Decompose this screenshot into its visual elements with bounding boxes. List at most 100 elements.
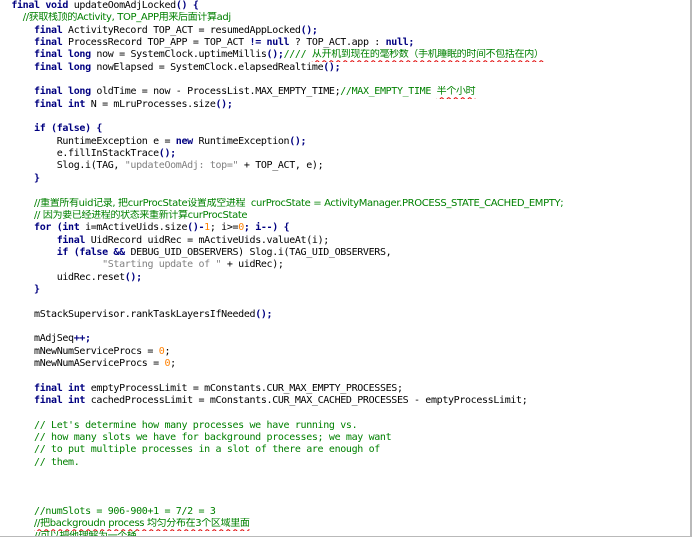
code-line[interactable]: //重置所有uid记录, 把curProcState设置成空进程 curProc…: [0, 197, 691, 210]
code-token: !=: [249, 37, 262, 49]
code-token: ++;: [73, 333, 91, 345]
code-line[interactable]: [0, 494, 691, 506]
code-token: final int: [34, 395, 86, 406]
code-line[interactable]: mAdjSeq++;: [0, 333, 691, 345]
code-line[interactable]: [0, 469, 691, 481]
code-line[interactable]: }: [0, 284, 691, 296]
code-token: // to put multiple processes in a slot o…: [34, 444, 380, 456]
code-line[interactable]: // them.: [0, 457, 691, 469]
code-line[interactable]: "Starting update of " + uidRec);: [0, 259, 691, 271]
code-area[interactable]: final void updateOomAdjLocked() { //获取栈顶…: [0, 0, 691, 537]
code-token: for: [34, 222, 52, 234]
code-token: ()-: [187, 222, 205, 234]
code-token: final: [34, 37, 63, 49]
code-token: now = SystemClock.uptimeMillis: [90, 49, 267, 61]
code-token: ActivityRecord TOP_ACT = resumedAppLocke…: [62, 24, 301, 36]
code-line[interactable]: // 因为要已经进程的状态来重新计算curProcState: [0, 209, 691, 222]
code-line[interactable]: final long nowElapsed = SystemClock.elap…: [0, 62, 691, 74]
code-line[interactable]: [0, 481, 691, 493]
code-line[interactable]: mStackSupervisor.rankTaskLayersIfNeeded(…: [0, 309, 691, 321]
code-line[interactable]: final long now = SystemClock.uptimeMilli…: [0, 49, 691, 61]
code-token: + TOP_ACT, e);: [238, 160, 324, 172]
code-line[interactable]: [0, 296, 691, 308]
code-token: "Starting update of ": [102, 259, 222, 271]
code-token: // Let's determine how many processes we…: [34, 419, 358, 431]
code-token: ();: [300, 24, 318, 36]
code-token: i=mActiveUids.size: [79, 222, 188, 234]
code-token: N = mLruProcesses.size: [85, 98, 216, 110]
code-token: //获取栈顶的Activity, TOP_APP用来后面计算adj: [22, 12, 231, 24]
code-line[interactable]: final int N = mLruProcesses.size();: [0, 98, 691, 111]
code-line[interactable]: for (int i=mActiveUids.size()-1; i>=0; i…: [0, 222, 691, 234]
code-token: ();: [289, 135, 307, 147]
code-token: mNewNumServiceProcs =: [0, 345, 159, 357]
code-line[interactable]: final ActivityRecord TOP_ACT = resumedAp…: [0, 24, 691, 37]
code-line[interactable]: mNewNumServiceProcs = 0;: [0, 345, 691, 358]
code-line[interactable]: [0, 74, 691, 86]
code-line[interactable]: [0, 111, 691, 123]
code-line[interactable]: [0, 370, 691, 382]
code-token: "updateOomAdj: top=": [124, 160, 239, 172]
code-line[interactable]: }: [0, 173, 691, 185]
code-line[interactable]: Slog.i(TAG, "updateOomAdj: top=" + TOP_A…: [0, 160, 691, 172]
code-token: () {: [175, 0, 199, 11]
code-line[interactable]: // Let's determine how many processes we…: [0, 419, 691, 432]
code-line[interactable]: final long oldTime = now - ProcessList.M…: [0, 86, 691, 98]
code-token: //numSlots = 906-900+1 = 7/2 = 3: [34, 506, 216, 518]
code-line[interactable]: e.fillInStackTrace();: [0, 148, 691, 160]
code-token: final long: [34, 86, 91, 98]
code-token: //可以把他理解为一个桶: [34, 530, 137, 537]
code-line[interactable]: [0, 185, 691, 197]
code-line[interactable]: uidRec.reset();: [0, 272, 691, 284]
code-token: oldTime = now - ProcessList.MAX_EMPTY_TI…: [90, 86, 341, 98]
code-line[interactable]: final void updateOomAdjLocked() {: [0, 0, 691, 12]
code-token: ;: [164, 345, 171, 357]
code-token: (: [51, 222, 63, 234]
code-line[interactable]: final int cachedProcessLimit = mConstant…: [0, 395, 691, 407]
code-token: //重置所有uid记录, 把curProcState设置成空进程 curProc…: [34, 197, 564, 209]
code-line[interactable]: //获取栈顶的Activity, TOP_APP用来后面计算adj: [0, 12, 691, 24]
code-line[interactable]: if (false) {: [0, 123, 691, 135]
code-token: final int: [34, 382, 86, 394]
code-line[interactable]: final ProcessRecord TOP_APP = TOP_ACT !=…: [0, 37, 691, 49]
code-token: updateOomAdjLocked: [68, 0, 176, 11]
code-token: mAdjSeq: [0, 333, 74, 345]
code-line[interactable]: mNewNumAServiceProcs = 0;: [0, 358, 691, 370]
code-line[interactable]: RuntimeException e = new RuntimeExceptio…: [0, 135, 691, 148]
code-line[interactable]: final int emptyProcessLimit = mConstants…: [0, 382, 691, 395]
code-token: DEBUG_UID_OBSERVERS) Slog.i(TAG_UID_OBSE…: [130, 246, 392, 258]
code-line[interactable]: //可以把他理解为一个桶: [0, 530, 691, 537]
code-line[interactable]: // to put multiple processes in a slot o…: [0, 444, 691, 456]
code-line[interactable]: //numSlots = 906-900+1 = 7/2 = 3: [0, 506, 691, 518]
code-token: RuntimeException: [192, 135, 290, 147]
code-token: // 因为要已经进程的状态来重新计算curProcState: [34, 209, 248, 221]
code-line[interactable]: if (false && DEBUG_UID_OBSERVERS) Slog.i…: [0, 246, 691, 259]
code-line[interactable]: //把backgroudn process 均匀分布在3个区域里面: [0, 518, 691, 530]
code-token: //MAX_EMPTY_TIME: [340, 86, 437, 98]
code-token: ; i--) {: [243, 222, 290, 234]
code-editor[interactable]: final void updateOomAdjLocked() { //获取栈顶…: [0, 0, 692, 537]
code-line[interactable]: final UidRecord uidRec = mActiveUids.val…: [0, 234, 691, 247]
code-token: // how many slots we have for background…: [34, 432, 392, 444]
code-line[interactable]: [0, 321, 691, 333]
code-token: final: [56, 234, 86, 246]
code-token: final void: [11, 0, 69, 11]
code-line[interactable]: [0, 407, 691, 419]
code-token: Slog.i(TAG,: [0, 160, 125, 172]
code-line[interactable]: // how many slots we have for background…: [0, 432, 691, 444]
code-token: UidRecord uidRec = mActiveUids.valueAt(i…: [85, 234, 330, 246]
